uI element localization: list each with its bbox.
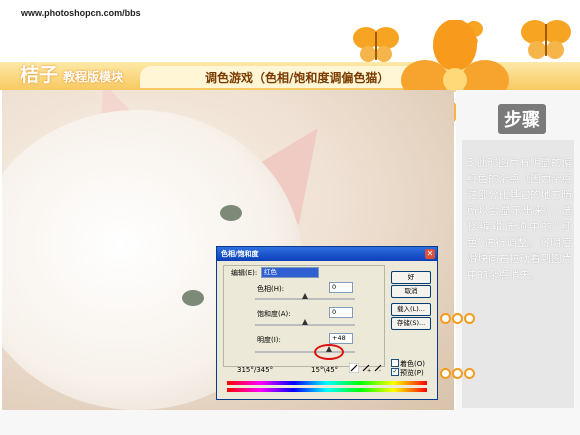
dialog-title: 色相/饱和度: [217, 247, 437, 261]
lightness-label: 明度(I):: [257, 336, 281, 344]
saturation-field[interactable]: 0: [329, 307, 353, 318]
hue-saturation-dialog: 色相/饱和度 ✕ 编辑(E): 红色 色相(H): 0 饱和度(A): 0 明度…: [216, 246, 438, 400]
range-right-readout: 15°\45°: [311, 366, 339, 374]
hue-slider-thumb[interactable]: [302, 293, 308, 299]
hue-field[interactable]: 0: [329, 282, 353, 293]
site-url[interactable]: www.photoshopcn.com/bbs: [21, 8, 141, 18]
color-spectrum-top: [227, 381, 427, 385]
saturation-slider-thumb[interactable]: [302, 319, 308, 325]
brand-logo: 桔子 教程版模块: [20, 60, 123, 87]
eyedropper-minus-icon[interactable]: -: [373, 363, 383, 373]
saturation-label: 饱和度(A):: [257, 310, 291, 318]
brand-big: 桔子: [20, 64, 59, 86]
hue-label: 色相(H):: [257, 285, 285, 293]
eyedropper-icon[interactable]: [349, 363, 359, 373]
load-button[interactable]: 载入(L)...: [391, 303, 431, 316]
lightness-field[interactable]: +48: [329, 333, 353, 344]
colorize-checkbox[interactable]: [391, 359, 399, 367]
step-instruction: 3.此时图片有明显的偏红色的杂点（因为杂点这部分比其它的地方暗所以会显示出来），…: [467, 157, 572, 281]
dots-decoration: [440, 313, 475, 324]
step-label: 步骤: [498, 104, 546, 134]
butterfly-icon: [521, 20, 571, 59]
highlight-circle: [314, 344, 344, 360]
dots-decoration: [440, 368, 475, 379]
page-title: 调色游戏（色相/饱和度调偏色猫）: [205, 71, 390, 85]
svg-text:+: +: [367, 368, 371, 373]
edit-label: 编辑(E):: [231, 269, 258, 277]
edit-select[interactable]: 红色: [261, 267, 319, 278]
brand-small: 教程版模块: [63, 70, 124, 84]
svg-text:-: -: [379, 368, 381, 373]
cancel-button[interactable]: 取消: [391, 285, 431, 298]
ok-button[interactable]: 好: [391, 271, 431, 284]
color-spectrum-bottom: [227, 388, 427, 392]
preview-label: 预览(P): [400, 369, 424, 377]
eyedropper-plus-icon[interactable]: +: [361, 363, 371, 373]
butterfly-icon: [353, 27, 399, 62]
save-button[interactable]: 存储(S)...: [391, 317, 431, 330]
preview-checkbox[interactable]: ✓: [391, 368, 399, 376]
range-left-readout: 315°/345°: [237, 366, 274, 374]
bottom-bar: [0, 410, 580, 435]
close-icon[interactable]: ✕: [425, 249, 435, 259]
